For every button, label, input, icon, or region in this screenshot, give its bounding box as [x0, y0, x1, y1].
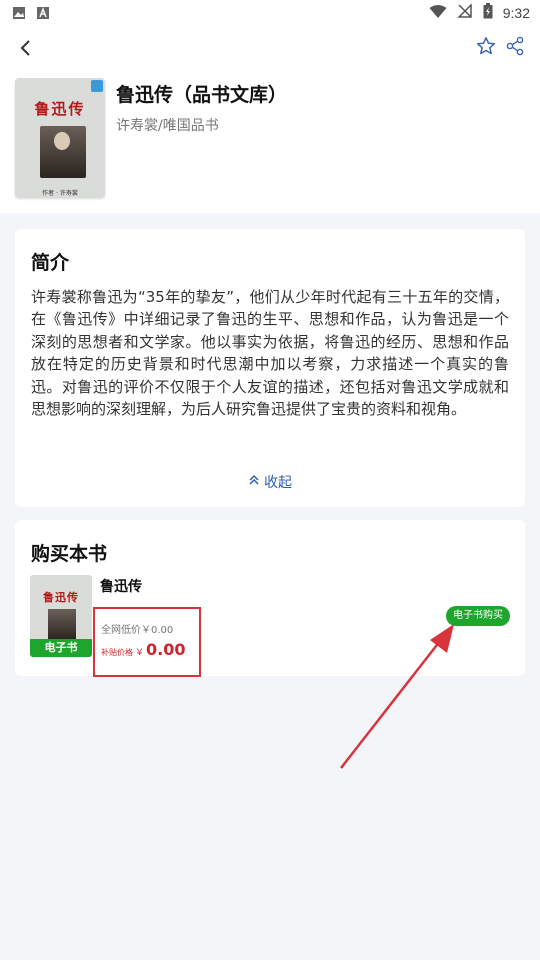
- book-author-publisher: 许寿裳/唯国品书: [116, 118, 219, 134]
- cover-author: 作者 · 许寿裳: [42, 190, 78, 197]
- wifi-icon: [429, 4, 447, 23]
- intro-text: 许寿裳称鲁迅为“35年的挚友”，他们从少年时代起有三十五年的交情，在《鲁迅传》中…: [31, 288, 509, 419]
- intro-card: 简介 许寿裳称鲁迅为“35年的挚友”，他们从少年时代起有三十五年的交情，在《鲁迅…: [15, 229, 525, 507]
- chevron-double-up-icon: [248, 474, 260, 490]
- subsidy-value: 0.00: [146, 640, 186, 659]
- ebook-buy-button[interactable]: 电子书购买: [446, 606, 510, 626]
- purchase-book-title[interactable]: 鲁迅传: [100, 576, 142, 596]
- favorite-button[interactable]: [472, 34, 500, 62]
- purchase-cover-title: 鲁迅传: [43, 591, 79, 604]
- image-icon: [12, 5, 26, 24]
- status-bar: 9:32: [0, 0, 540, 26]
- a-icon: [36, 5, 50, 24]
- collapse-button[interactable]: 收起: [15, 470, 525, 494]
- market-price: 全网低价￥0.00: [101, 625, 174, 636]
- book-title: 鲁迅传（品书文库）: [116, 84, 288, 106]
- book-cover: 鲁迅传 作者 · 许寿裳: [15, 78, 105, 198]
- share-icon: [506, 36, 524, 60]
- battery-icon: [483, 3, 493, 23]
- collapse-label: 收起: [264, 475, 292, 491]
- no-signal-icon: [456, 3, 473, 23]
- purchase-heading: 购买本书: [31, 543, 108, 565]
- subsidy-price: 补贴价格 ￥ 0.00: [101, 640, 186, 659]
- purchase-book-cover[interactable]: 鲁迅传 电子书: [30, 575, 92, 657]
- purchase-cover-portrait: [48, 609, 76, 639]
- cover-badge-icon: [91, 80, 103, 92]
- price-highlight-box: 全网低价￥0.00 补贴价格 ￥ 0.00: [93, 607, 201, 677]
- book-header: 鲁迅传 作者 · 许寿裳 鲁迅传（品书文库） 许寿裳/唯国品书: [0, 26, 540, 213]
- subsidy-label: 补贴价格: [101, 648, 133, 657]
- ebook-tag: 电子书: [30, 639, 92, 657]
- cover-portrait: [40, 126, 86, 178]
- intro-heading: 简介: [31, 252, 70, 274]
- back-arrow-icon: [19, 39, 33, 61]
- status-time: 9:32: [502, 5, 530, 21]
- currency-symbol: ￥: [135, 648, 145, 658]
- back-button[interactable]: [12, 36, 40, 64]
- purchase-card: 购买本书 鲁迅传 电子书 鲁迅传 全网低价￥0.00 补贴价格 ￥ 0.00 电子书…: [15, 520, 525, 677]
- cover-title: 鲁迅传: [34, 100, 86, 118]
- star-icon: [476, 36, 496, 60]
- share-button[interactable]: [501, 34, 529, 62]
